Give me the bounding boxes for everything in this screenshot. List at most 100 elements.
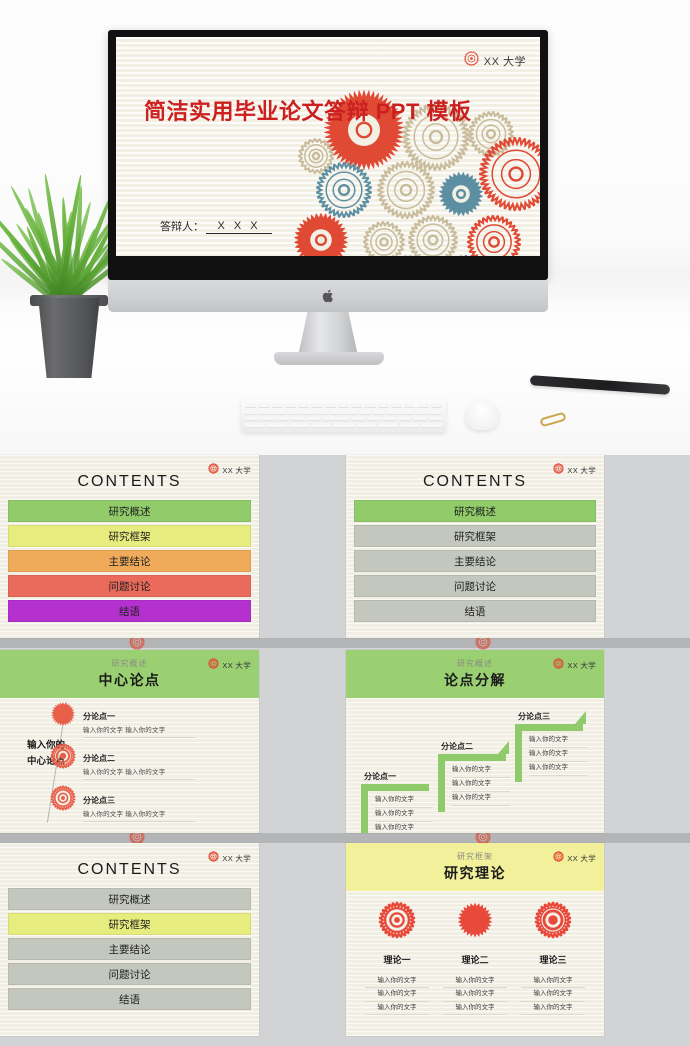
toc-item-3[interactable]: 主要结论 xyxy=(354,550,596,572)
monitor-chin xyxy=(108,280,548,312)
keyboard-key xyxy=(259,409,272,415)
step-line: 输入你的文字 xyxy=(452,792,510,807)
gear-icon xyxy=(439,172,483,216)
keyboard-row xyxy=(245,423,442,428)
gear-logo-icon xyxy=(208,849,220,867)
flower-pot xyxy=(38,298,100,378)
gear-icon xyxy=(377,160,435,220)
argument-node-2[interactable]: 分论点二输入你的文字 输入你的文字 xyxy=(50,743,220,780)
gear-icon xyxy=(294,213,348,256)
step-line: 输入你的文字 xyxy=(375,794,433,809)
keyboard-key xyxy=(260,416,274,422)
theory-name: 理论三 xyxy=(539,955,567,965)
gear-radial-icon xyxy=(521,901,585,944)
node-title: 分论点三 xyxy=(83,796,115,805)
slide-thumbnail-central-argument[interactable]: XX 大学 研究概述 中心论点 输入你的 中心论点 分论点一 输入你的文字 输入你的文字 分论… xyxy=(0,650,259,833)
step-line: 输入你的文字 xyxy=(452,778,510,793)
node-desc: 输入你的文字 输入你的文字 xyxy=(83,769,166,776)
section-title: 论点分解 xyxy=(444,672,506,688)
keyboard-key xyxy=(429,409,443,415)
monitor-bezel: XX 大学 简洁实用毕业论文答辩 PPT 模板 答辩人： X X X xyxy=(108,30,548,280)
keyboard-key xyxy=(417,403,429,408)
keyboard-key xyxy=(271,403,283,408)
keyboard-key xyxy=(413,416,427,422)
slide-thumbnail-contents-highlight-2[interactable]: XX 大学 CONTENTS 研究概述 研究框架 主要结论 问题讨论 结语 xyxy=(0,843,259,1036)
slide-thumbnail-contents-colored[interactable]: XX 大学 CONTENTS 研究概述 研究框架 主要结论 问题讨论 结语 xyxy=(0,455,259,638)
keyboard-key xyxy=(428,416,443,422)
toc-item-2[interactable]: 研究框架 xyxy=(8,913,251,935)
step-lines: 输入你的文字 输入你的文字 输入你的文字 xyxy=(375,794,433,833)
section-kicker: 研究概述 xyxy=(111,659,148,668)
toc-item-1[interactable]: 研究概述 xyxy=(8,500,251,522)
slide-separator xyxy=(0,634,690,650)
node-rule xyxy=(83,821,195,822)
gear-icon xyxy=(363,220,405,256)
theory-line: 输入你的文字 xyxy=(521,975,585,989)
slide-thumbnail-contents-highlight-1[interactable]: XX 大学 CONTENTS 研究概述 研究框架 主要结论 问题讨论 结语 xyxy=(346,455,604,638)
keyboard-key xyxy=(287,409,300,415)
title-slide: XX 大学 简洁实用毕业论文答辩 PPT 模板 答辩人： X X X xyxy=(116,37,540,256)
table-of-contents: 研究概述研究框架主要结论问题讨论结语 xyxy=(0,888,259,1010)
keyboard-key xyxy=(377,403,389,408)
keyboard-key xyxy=(415,409,428,415)
toc-item-5[interactable]: 结语 xyxy=(8,600,251,622)
theory-column-1[interactable]: 理论一 输入你的文字 输入你的文字 输入你的文字 xyxy=(365,901,429,1031)
toc-item-3[interactable]: 主要结论 xyxy=(8,938,251,960)
keyboard-key xyxy=(399,423,420,428)
keyboard-key xyxy=(316,409,329,415)
argument-node-3[interactable]: 分论点三输入你的文字 输入你的文字 xyxy=(50,785,220,822)
table-of-contents: 研究概述研究框架主要结论问题讨论结语 xyxy=(0,500,259,622)
presenter-line: 答辩人： X X X xyxy=(160,218,272,234)
keyboard-key xyxy=(344,409,357,415)
keyboard-key xyxy=(377,423,398,428)
node-rule xyxy=(83,779,195,780)
keyboard-row xyxy=(245,409,443,415)
keyboard-key xyxy=(372,409,386,415)
theory-line: 输入你的文字 xyxy=(521,988,585,1002)
theory-column-2[interactable]: 理论二 输入你的文字 输入你的文字 输入你的文字 xyxy=(443,901,507,1031)
toc-item-4[interactable]: 问题讨论 xyxy=(8,575,251,597)
toc-item-1[interactable]: 研究概述 xyxy=(8,888,251,910)
step-line: 输入你的文字 xyxy=(375,808,433,823)
toc-item-3[interactable]: 主要结论 xyxy=(8,550,251,572)
slide-body: 分论点一 输入你的文字 输入你的文字 输入你的文字 分论点二 输入你的文字 输入你的文字 输入… xyxy=(346,698,604,833)
toc-item-4[interactable]: 问题讨论 xyxy=(354,575,596,597)
toc-item-5[interactable]: 结语 xyxy=(354,600,596,622)
theory-line: 输入你的文字 xyxy=(365,975,429,989)
theory-line: 输入你的文字 xyxy=(443,1002,507,1016)
brand-label: XX 大学 xyxy=(567,465,596,475)
node-desc: 输入你的文字 输入你的文字 xyxy=(83,811,166,818)
toc-item-1[interactable]: 研究概述 xyxy=(354,500,596,522)
slide-thumbnail-research-theory[interactable]: XX 大学 研究框架 研究理论 理论一 输入你的文字 输入你的文字 输入你的文字 理论二 输入你… xyxy=(346,843,604,1036)
keyboard-key xyxy=(324,403,336,408)
argument-node-1[interactable]: 分论点一 输入你的文字 输入你的文字 xyxy=(50,702,220,738)
theory-lines: 输入你的文字 输入你的文字 输入你的文字 xyxy=(521,975,585,1016)
toc-item-5[interactable]: 结语 xyxy=(8,988,251,1010)
toc-item-2[interactable]: 研究框架 xyxy=(354,525,596,547)
toc-item-2[interactable]: 研究框架 xyxy=(8,525,251,547)
keyboard-key xyxy=(275,416,289,422)
presenter-label: 答辩人： xyxy=(160,221,204,233)
keyboard-key xyxy=(298,403,310,408)
brand-label: XX 大学 xyxy=(567,853,596,863)
toc-item-4[interactable]: 问题讨论 xyxy=(8,963,251,985)
theory-lines: 输入你的文字 输入你的文字 输入你的文字 xyxy=(365,975,429,1016)
theory-line: 输入你的文字 xyxy=(365,1002,429,1016)
theory-column-3[interactable]: 理论三输入你的文字 输入你的文字 输入你的文字 xyxy=(521,901,585,1031)
slide-body: 理论一 输入你的文字 输入你的文字 输入你的文字 理论二 输入你的文字 输入你的文字 输入你的… xyxy=(346,891,604,1031)
brand-logo: XX 大学 xyxy=(463,51,526,71)
gear-logo-icon xyxy=(553,656,565,674)
keyboard-key xyxy=(401,409,414,415)
keyboard-key xyxy=(404,403,416,408)
gear-solid-icon xyxy=(443,901,507,944)
keyboard-key xyxy=(382,416,397,422)
node-title: 分论点二 xyxy=(83,754,115,763)
step-label: 分论点三 xyxy=(518,712,550,721)
keyboard-key xyxy=(333,423,354,428)
slide-thumbnail-argument-decomposition[interactable]: XX 大学 研究概述 论点分解 分论点一 输入你的文字 输入你的文字 输入你的文字 分论点二输… xyxy=(346,650,604,833)
theory-line: 输入你的文字 xyxy=(521,1002,585,1016)
gear-icon xyxy=(316,162,372,218)
step-label: 分论点一 xyxy=(364,772,396,781)
monitor-stand-foot xyxy=(274,352,384,365)
step-line: 输入你的文字 xyxy=(529,748,587,763)
